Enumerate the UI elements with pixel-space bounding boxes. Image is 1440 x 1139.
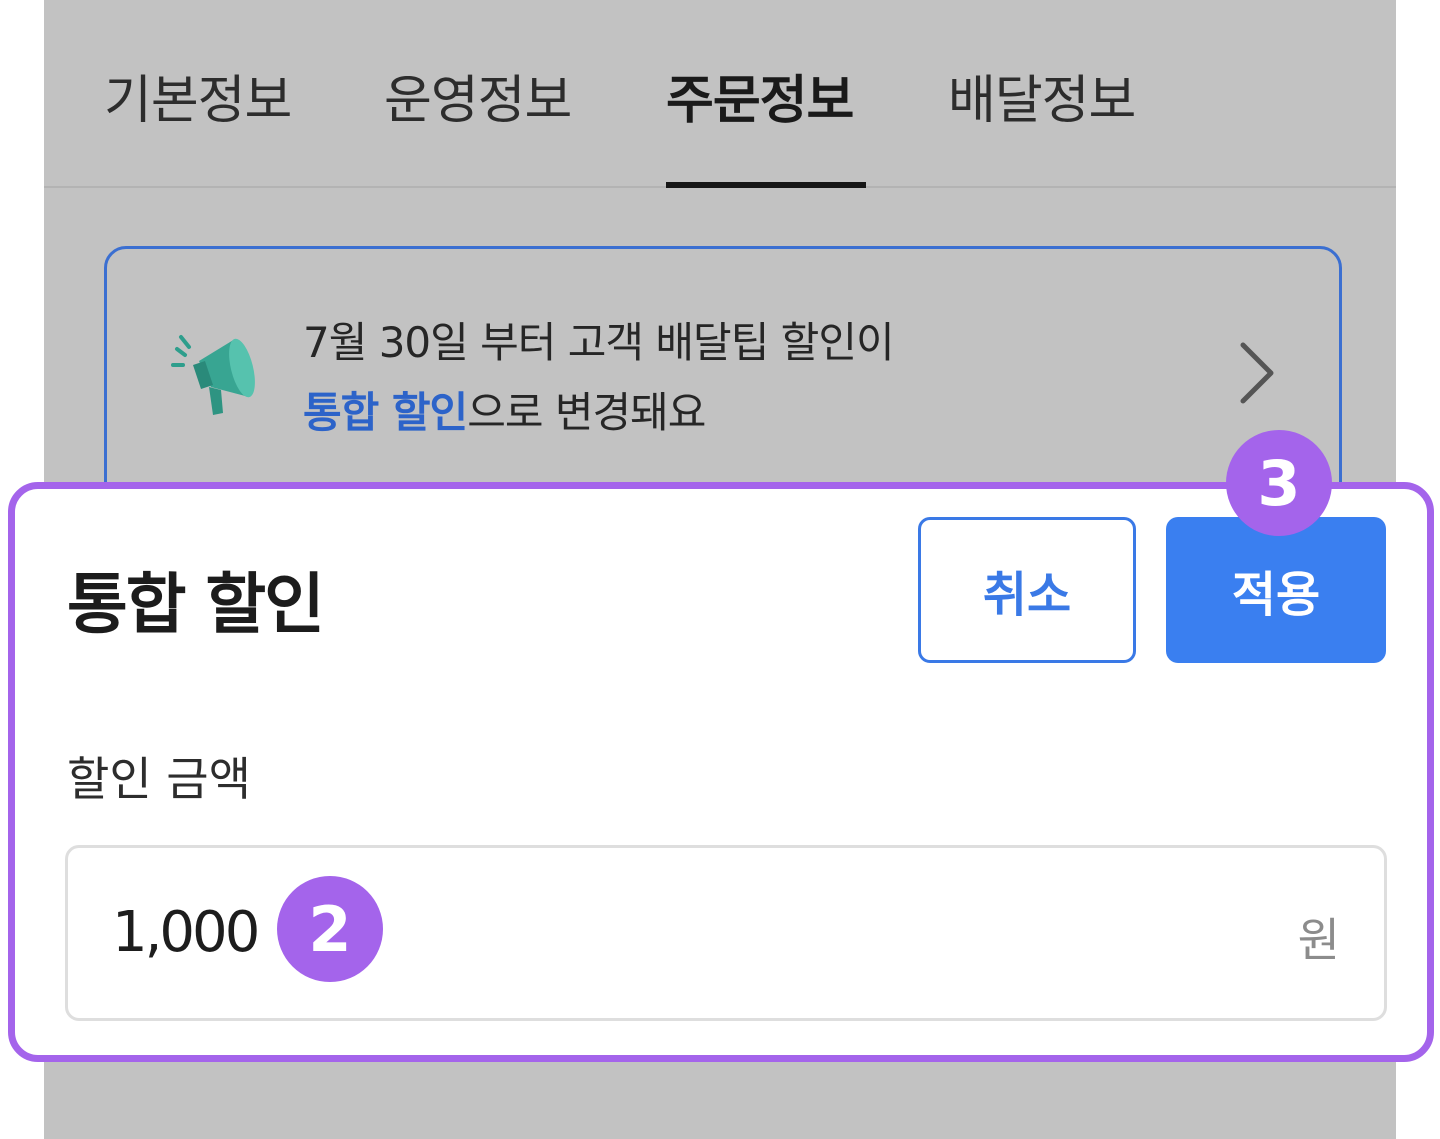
step-badge-2: 2 [277, 876, 383, 982]
tab-order-info[interactable]: 주문정보 [666, 58, 854, 133]
step-badge-3: 3 [1226, 430, 1332, 536]
panel-title: 통합 할인 [67, 566, 325, 643]
megaphone-icon [171, 335, 255, 415]
discount-amount-label: 할인 금액 [67, 752, 251, 806]
notice-highlight: 통합 할인 [303, 388, 468, 437]
active-tab-indicator [666, 182, 866, 188]
tab-basic-info[interactable]: 기본정보 [104, 58, 292, 133]
notice-text-line1: 7월 30일 부터 고객 배달팁 할인이 [303, 318, 895, 367]
apply-button[interactable]: 적용 [1166, 517, 1386, 663]
input-value: 1,000 [112, 900, 260, 965]
integrated-discount-panel: 통합 할인 취소 적용 할인 금액 1,000 원 [8, 482, 1434, 1062]
notice-text-line2: 통합 할인으로 변경돼요 [303, 379, 706, 440]
chevron-right-icon[interactable] [1237, 341, 1277, 405]
currency-unit: 원 [1297, 913, 1340, 967]
notice-text-rest: 으로 변경돼요 [467, 388, 706, 437]
cancel-button[interactable]: 취소 [918, 517, 1136, 663]
discount-amount-input[interactable]: 1,000 원 [65, 845, 1387, 1021]
tab-bar: 기본정보 운영정보 주문정보 배달정보 [44, 0, 1396, 188]
tab-operation-info[interactable]: 운영정보 [384, 58, 572, 133]
tab-delivery-info[interactable]: 배달정보 [948, 58, 1136, 133]
